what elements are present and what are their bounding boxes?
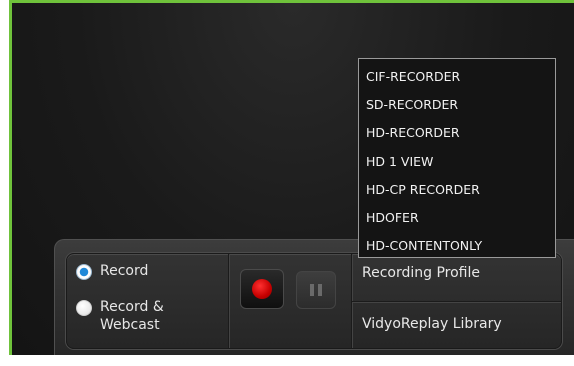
recording-profile-dropdown: CIF-RECORDER SD-RECORDER HD-RECORDER HD … xyxy=(358,58,556,258)
profile-option[interactable]: HDOFER xyxy=(359,204,555,232)
radio-selected-icon[interactable] xyxy=(76,264,92,280)
profile-option[interactable]: HD-CONTENTONLY xyxy=(359,232,555,260)
pause-icon xyxy=(308,284,324,296)
profile-option[interactable]: HD-CP RECORDER xyxy=(359,176,555,204)
panel-divider xyxy=(228,254,229,348)
record-icon xyxy=(252,279,272,299)
profile-option[interactable]: SD-RECORDER xyxy=(359,91,555,119)
bottom-margin xyxy=(9,355,574,366)
recording-profile-button[interactable]: Recording Profile xyxy=(352,265,561,281)
app-frame: Record Record & Webcast Recording Profil… xyxy=(0,0,574,366)
record-webcast-option-label: Record & Webcast xyxy=(100,299,164,333)
record-button[interactable] xyxy=(240,269,284,309)
record-option[interactable]: Record xyxy=(76,262,148,280)
vidyoreplay-library-button[interactable]: VidyoReplay Library xyxy=(352,316,561,332)
pause-button[interactable] xyxy=(296,271,336,309)
record-webcast-option[interactable]: Record & Webcast xyxy=(76,298,200,334)
profile-option[interactable]: HD 1 VIEW xyxy=(359,148,555,176)
profile-option[interactable]: CIF-RECORDER xyxy=(359,63,555,91)
menu-divider xyxy=(352,301,561,302)
record-option-label: Record xyxy=(100,263,149,279)
profile-option[interactable]: HD-RECORDER xyxy=(359,119,555,147)
radio-unselected-icon[interactable] xyxy=(76,300,92,316)
